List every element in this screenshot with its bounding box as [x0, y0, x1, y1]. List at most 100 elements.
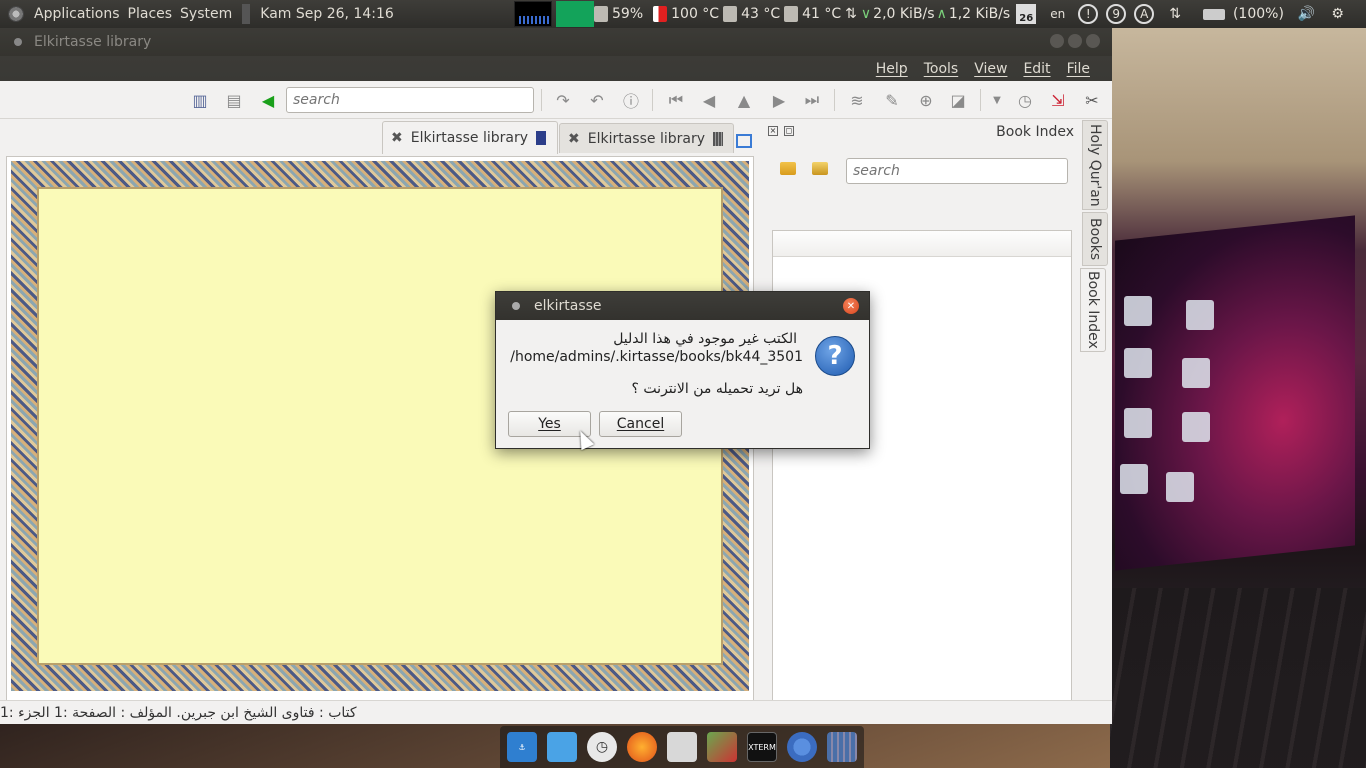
places-menu[interactable]: Places — [124, 6, 177, 22]
minimize-button[interactable] — [1050, 34, 1064, 48]
wallpaper-icon — [1120, 464, 1148, 494]
first-page-icon[interactable]: ⏮ — [666, 90, 686, 110]
side-tab-holy-quran[interactable]: Holy Qur'an — [1082, 120, 1108, 210]
up-icon[interactable]: ▲ — [734, 90, 754, 110]
info-circle-icon[interactable]: ! — [1078, 4, 1099, 24]
redo-icon[interactable]: ↷ — [553, 90, 573, 110]
applications-menu[interactable]: Applications — [30, 6, 124, 22]
dialog-close-icon[interactable]: ✕ — [843, 298, 859, 314]
undo-icon[interactable]: ↶ — [587, 90, 607, 110]
status-text: كتاب : فتاوى الشيخ ابن جبرين. المؤلف : ا… — [0, 704, 357, 721]
menu-tools[interactable]: Tools — [916, 61, 967, 77]
memory-chip-icon[interactable] — [594, 6, 608, 22]
menu-help[interactable]: Help — [868, 61, 916, 77]
application-dock: ⚓ ◷ XTERM — [500, 726, 864, 768]
temperature-icon[interactable] — [653, 6, 668, 22]
menu-edit[interactable]: Edit — [1015, 61, 1058, 77]
panel-separator — [242, 4, 251, 24]
user-folder-icon[interactable] — [812, 162, 828, 175]
clock[interactable]: Kam Sep 26, 14:16 — [256, 6, 398, 22]
book-icon[interactable]: ▤ — [224, 90, 244, 110]
tab-label: Elkirtasse library — [587, 130, 705, 147]
dropdown-arrow-icon[interactable]: ▼ — [987, 90, 1007, 110]
applications-icon[interactable] — [8, 6, 24, 22]
disk-temp-icon[interactable] — [723, 6, 738, 22]
dialog-menu-icon[interactable] — [512, 302, 520, 310]
menu-view[interactable]: View — [966, 61, 1015, 77]
side-tab-book-index[interactable]: Book Index — [1080, 268, 1106, 352]
clock-icon[interactable]: ◷ — [1015, 90, 1035, 110]
settings-tools-icon[interactable] — [707, 732, 737, 762]
maximize-button[interactable] — [1068, 34, 1082, 48]
window-titlebar[interactable]: Elkirtasse library — [0, 28, 1112, 56]
clock-app-icon[interactable]: ◷ — [587, 732, 617, 762]
next-page-icon[interactable]: ▶ — [769, 90, 789, 110]
temperature-1: 100 °C — [671, 6, 720, 22]
tree-header[interactable] — [773, 231, 1071, 257]
wallpaper-icon — [1182, 358, 1210, 388]
calendar-day: 26 — [1019, 13, 1034, 24]
last-page-icon[interactable]: ⏭ — [802, 90, 822, 110]
dock-close-icon[interactable]: × — [768, 126, 778, 136]
dock-toolbar — [762, 154, 1080, 186]
dialog-title: elkirtasse — [534, 298, 602, 314]
transfer-icon[interactable]: ⇅ — [1169, 6, 1181, 22]
dock-title: Book Index — [996, 124, 1074, 140]
cancel-button[interactable]: Cancel — [599, 411, 682, 437]
wallpaper-icon — [1186, 300, 1214, 330]
toolbar-separator — [541, 89, 542, 111]
dock-search-input[interactable] — [846, 158, 1068, 184]
wallpaper-icon — [1182, 412, 1210, 442]
side-tab-books[interactable]: Books — [1082, 212, 1108, 266]
chromium-icon[interactable] — [787, 732, 817, 762]
wallpaper-icon — [1124, 348, 1152, 378]
bookmark-icon[interactable]: ⊕ — [916, 90, 936, 110]
pen-icon[interactable]: ✎ — [882, 90, 902, 110]
calendar-icon[interactable]: 26 — [1016, 4, 1037, 24]
tab-elkirtasse-1[interactable]: ✖ Elkirtasse library — [382, 121, 558, 154]
notes-icon[interactable]: ◪ — [948, 90, 968, 110]
battery-icon[interactable] — [1202, 8, 1225, 20]
close-button[interactable] — [1086, 34, 1100, 48]
toolbar-search-input[interactable] — [286, 87, 534, 113]
info-icon[interactable]: ⓘ — [621, 90, 641, 111]
keyboard-layout[interactable]: en — [1050, 7, 1065, 21]
library-icon[interactable]: ▥ — [190, 90, 210, 110]
file-manager-icon[interactable] — [547, 732, 577, 762]
volume-icon[interactable]: 🔊 — [1298, 6, 1315, 22]
net-upload-speed: 1,2 KiB/s — [948, 6, 1011, 22]
menubar: Help Tools View Edit File — [0, 56, 1112, 81]
badge-count[interactable]: 9 — [1106, 4, 1127, 24]
dialog-message-question: هل تريد تحميله من الانترنت ؟ — [631, 381, 803, 397]
tab-elkirtasse-2[interactable]: ✖ Elkirtasse library — [559, 123, 734, 153]
dialog-message-line1: الكتب غير موجود في هذا الدليل — [613, 331, 797, 347]
fullscreen-icon[interactable]: ⇲ — [1048, 90, 1068, 110]
back-arrow-icon[interactable]: ◀ — [258, 90, 278, 110]
close-tab-icon[interactable]: ✖ — [391, 130, 403, 146]
window-menu-icon[interactable] — [14, 38, 22, 46]
dialog-titlebar[interactable]: elkirtasse ✕ — [496, 292, 869, 320]
close-tab-icon[interactable]: ✖ — [568, 131, 580, 147]
system-menu[interactable]: System — [176, 6, 236, 22]
archive-icon[interactable] — [667, 732, 697, 762]
network-monitor-graph[interactable] — [556, 1, 594, 27]
xterm-icon[interactable]: XTERM — [747, 732, 777, 762]
menu-file[interactable]: File — [1059, 61, 1098, 77]
network-arrows-icon[interactable]: ⇅ — [845, 6, 857, 22]
anchor-app-icon[interactable]: ⚓ — [507, 732, 537, 762]
library-app-icon[interactable] — [827, 732, 857, 762]
folder-icon[interactable] — [780, 162, 796, 175]
badge-letter[interactable]: A — [1134, 4, 1155, 24]
disk-temp-icon[interactable] — [784, 6, 799, 22]
wallpaper-icon — [1124, 408, 1152, 438]
temperature-2: 43 °C — [741, 6, 781, 22]
new-tab-icon[interactable] — [736, 134, 752, 148]
toolbar-separator — [652, 89, 653, 111]
dock-float-icon[interactable]: ◻ — [784, 126, 794, 136]
previous-page-icon[interactable]: ◀ — [699, 90, 719, 110]
system-monitor-graph[interactable] — [514, 1, 552, 27]
tools-icon[interactable]: ✂ — [1082, 90, 1102, 110]
hand-icon[interactable]: ≋ — [847, 90, 867, 110]
gear-icon[interactable]: ⚙ — [1331, 6, 1344, 22]
firefox-icon[interactable] — [627, 732, 657, 762]
